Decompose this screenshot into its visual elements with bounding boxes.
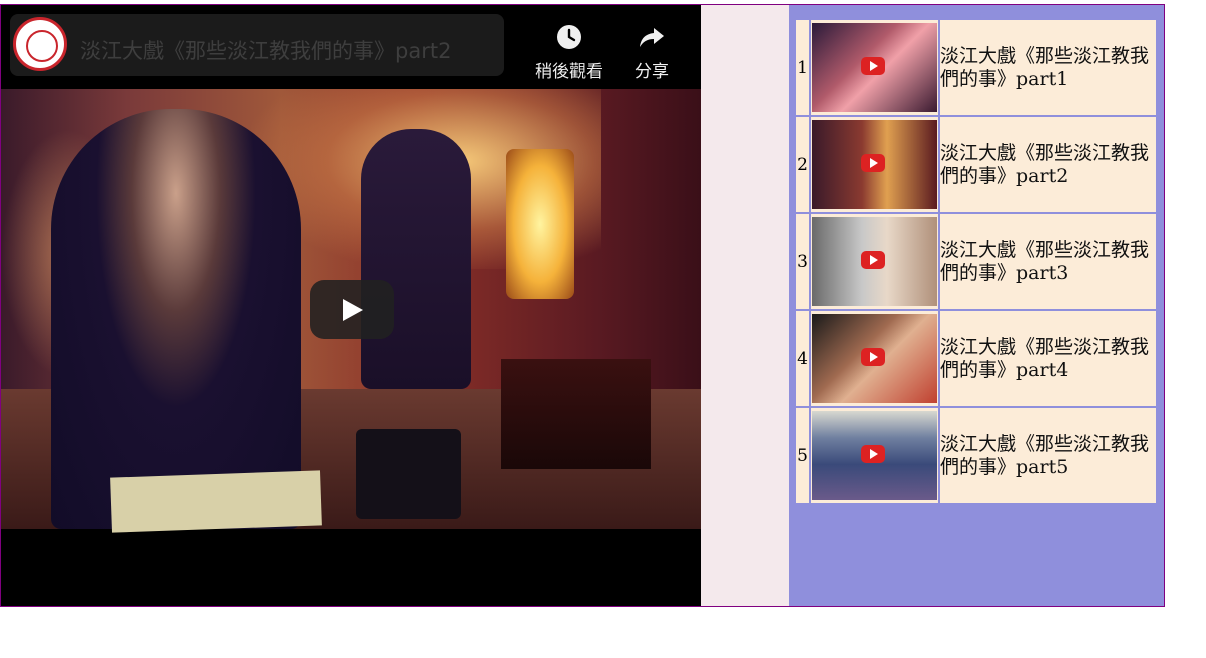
- player-top-bar: 淡江大戲《那些淡江教我們的事》part2 稍後觀看 分享: [1, 5, 701, 89]
- youtube-play-icon: [861, 348, 885, 366]
- channel-avatar-icon[interactable]: [13, 17, 67, 71]
- playlist-table: 1 淡江大戲《那些淡江教我們的事》part1 2 淡江大戲《那些淡江教我們的事》…: [794, 18, 1158, 505]
- youtube-play-icon: [861, 251, 885, 269]
- video-link[interactable]: 淡江大戲《那些淡江教我們的事》part1: [940, 45, 1149, 90]
- playlist-row[interactable]: 1 淡江大戲《那些淡江教我們的事》part1: [796, 20, 1156, 115]
- row-index: 5: [796, 408, 809, 503]
- youtube-play-icon: [861, 445, 885, 463]
- background-person: [361, 129, 471, 389]
- playlist-row[interactable]: 5 淡江大戲《那些淡江教我們的事》part5: [796, 408, 1156, 503]
- row-index: 3: [796, 214, 809, 309]
- watch-later-button[interactable]: 稍後觀看: [529, 23, 609, 82]
- spacer-column: [701, 5, 789, 606]
- youtube-play-icon: [861, 154, 885, 172]
- row-index: 1: [796, 20, 809, 115]
- share-label: 分享: [635, 62, 669, 82]
- lamp-image: [506, 149, 574, 299]
- video-link[interactable]: 淡江大戲《那些淡江教我們的事》part2: [940, 142, 1149, 187]
- play-button[interactable]: [310, 280, 394, 339]
- video-player[interactable]: 淡江大戲《那些淡江教我們的事》part2 稍後觀看 分享: [1, 5, 701, 606]
- video-thumbnail[interactable]: [812, 23, 937, 112]
- video-thumbnail[interactable]: [812, 217, 937, 306]
- video-thumbnail[interactable]: [812, 120, 937, 209]
- page-frame: 淡江大戲《那些淡江教我們的事》part2 稍後觀看 分享 1 淡江大戲《那些淡江…: [0, 4, 1165, 607]
- playlist-row[interactable]: 4 淡江大戲《那些淡江教我們的事》part4: [796, 311, 1156, 406]
- row-index: 2: [796, 117, 809, 212]
- video-link[interactable]: 淡江大戲《那些淡江教我們的事》part3: [940, 239, 1149, 284]
- video-link[interactable]: 淡江大戲《那些淡江教我們的事》part4: [940, 336, 1149, 381]
- video-thumbnail[interactable]: [812, 411, 937, 500]
- youtube-play-icon: [861, 57, 885, 75]
- playlist-panel: 1 淡江大戲《那些淡江教我們的事》part1 2 淡江大戲《那些淡江教我們的事》…: [789, 5, 1164, 606]
- watch-later-label: 稍後觀看: [535, 62, 603, 82]
- video-title[interactable]: 淡江大戲《那些淡江教我們的事》part2: [80, 35, 451, 65]
- video-thumbnail[interactable]: [812, 314, 937, 403]
- playlist-row[interactable]: 3 淡江大戲《那些淡江教我們的事》part3: [796, 214, 1156, 309]
- row-index: 4: [796, 311, 809, 406]
- share-arrow-icon: [640, 28, 664, 47]
- playlist-row[interactable]: 2 淡江大戲《那些淡江教我們的事》part2: [796, 117, 1156, 212]
- play-icon: [343, 299, 363, 321]
- foreground-person: [51, 109, 301, 529]
- clock-icon: [557, 25, 581, 49]
- share-button[interactable]: 分享: [612, 23, 692, 82]
- video-link[interactable]: 淡江大戲《那些淡江教我們的事》part5: [940, 433, 1149, 478]
